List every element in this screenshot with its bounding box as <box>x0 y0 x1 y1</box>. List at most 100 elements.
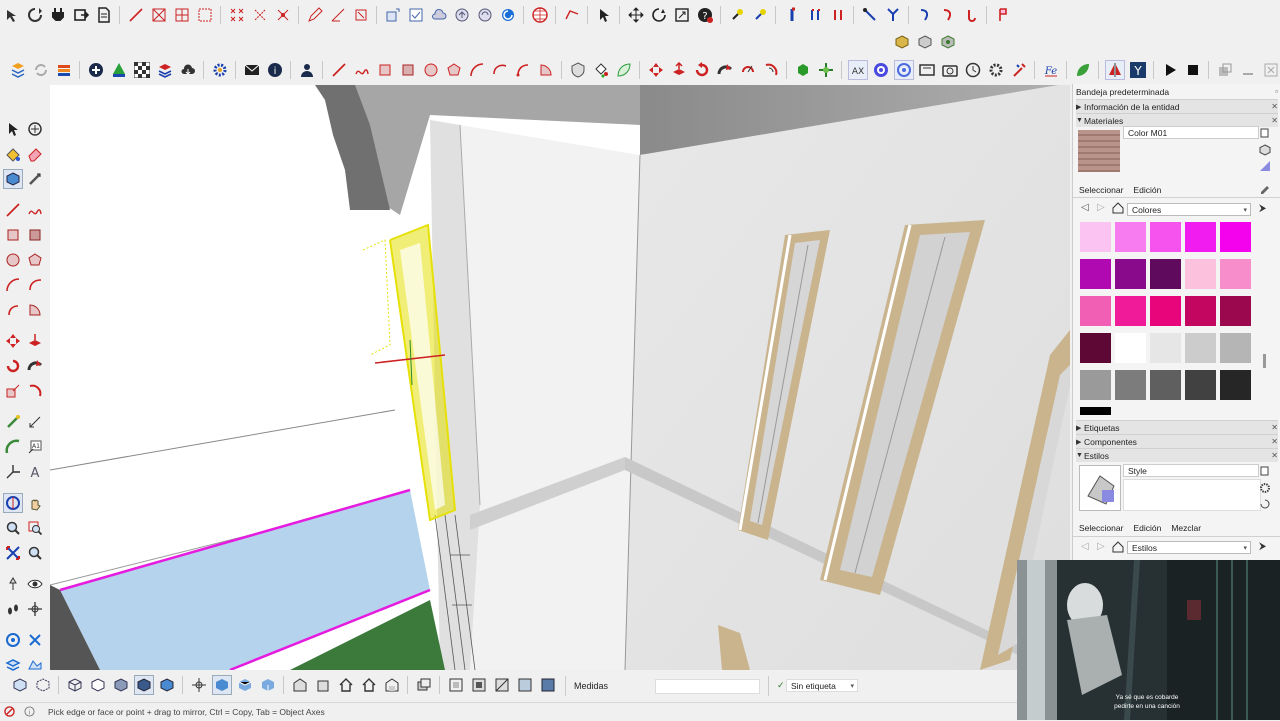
window-close-icon[interactable] <box>1262 61 1280 79</box>
axes-tool-icon[interactable] <box>4 463 22 481</box>
tree-icon[interactable] <box>110 61 128 79</box>
frame-icon[interactable] <box>196 6 214 24</box>
curve-red-icon[interactable] <box>939 6 957 24</box>
fork-icon[interactable] <box>884 6 902 24</box>
camera-icon[interactable] <box>941 61 959 79</box>
rotate-icon[interactable] <box>26 6 44 24</box>
shield-icon[interactable] <box>569 61 587 79</box>
orbit-nav-icon[interactable] <box>3 493 23 513</box>
color-swatch[interactable] <box>1080 407 1111 415</box>
house-outline-icon[interactable] <box>360 676 378 694</box>
color-swatch[interactable] <box>1115 222 1146 252</box>
checker-icon[interactable] <box>133 61 151 79</box>
move-tool-icon[interactable] <box>4 332 22 350</box>
color-swatch[interactable] <box>1185 296 1216 326</box>
close-icon[interactable]: ✕ <box>1271 102 1278 111</box>
layers-3d-icon[interactable] <box>156 61 174 79</box>
pencil-red-icon[interactable] <box>330 61 348 79</box>
component-icon[interactable] <box>384 6 402 24</box>
look-around-icon[interactable] <box>26 575 44 593</box>
gear-icon[interactable] <box>211 61 229 79</box>
follow-me-icon[interactable] <box>716 61 734 79</box>
tab-edit[interactable]: Edición <box>1133 185 1161 195</box>
styles-collection-select[interactable]: Estilos ▾ <box>1127 541 1251 554</box>
orbit-tool-icon[interactable] <box>26 120 44 138</box>
scatter-x-icon[interactable] <box>228 6 246 24</box>
color-swatch[interactable] <box>1080 222 1111 252</box>
color-swatch[interactable] <box>1080 333 1111 363</box>
pin-icon[interactable] <box>728 6 746 24</box>
offset-icon[interactable] <box>762 61 780 79</box>
component-tool-icon[interactable] <box>3 169 23 189</box>
style-refresh-icon[interactable] <box>1259 498 1271 510</box>
eraser-tool-icon[interactable] <box>26 145 44 163</box>
play-icon[interactable] <box>1161 61 1179 79</box>
sync-icon[interactable] <box>32 61 50 79</box>
paint-layers-icon[interactable] <box>9 61 27 79</box>
frame-d-icon[interactable] <box>516 676 534 694</box>
arc-3-draw-icon[interactable] <box>4 301 22 319</box>
forward-arrow-icon[interactable]: ▷ <box>1097 202 1105 213</box>
previous-view-icon[interactable] <box>26 544 44 562</box>
window-tile-icon[interactable] <box>1216 61 1234 79</box>
circle-icon[interactable] <box>422 61 440 79</box>
orbit-bottom-icon[interactable] <box>190 676 208 694</box>
hook-icon[interactable] <box>962 6 980 24</box>
color-swatch[interactable] <box>1220 259 1251 289</box>
text-tool-icon[interactable]: A1 <box>26 438 44 456</box>
pie-draw-icon[interactable] <box>26 301 44 319</box>
zoom-window-icon[interactable] <box>26 519 44 537</box>
tape-measure-icon[interactable] <box>26 170 44 188</box>
frame-e-icon[interactable] <box>539 676 557 694</box>
video-overlay[interactable]: Ya sé que es cobarde pedirte en una canc… <box>1017 560 1280 720</box>
sample-paint-icon[interactable] <box>1259 160 1271 172</box>
cube-gold-icon[interactable] <box>893 33 911 51</box>
color-swatch[interactable] <box>1220 333 1251 363</box>
gear-outline-icon[interactable] <box>987 61 1005 79</box>
frame-b-icon[interactable] <box>470 676 488 694</box>
back-edges-icon[interactable] <box>34 676 52 694</box>
angle-icon[interactable] <box>329 6 347 24</box>
tools-blue-icon[interactable] <box>26 631 44 649</box>
rectangle-icon[interactable] <box>376 61 394 79</box>
materials-collection-select[interactable]: Colores ▾ <box>1127 203 1251 216</box>
top-view-icon[interactable] <box>236 676 254 694</box>
stop-icon[interactable] <box>1184 61 1202 79</box>
active-tag-select[interactable]: Sin etiqueta ▾ <box>786 679 858 692</box>
move-red-icon[interactable] <box>647 61 665 79</box>
iso-view-icon[interactable] <box>211 675 232 695</box>
pin-icon-2[interactable] <box>751 6 769 24</box>
color-swatch[interactable] <box>1115 333 1146 363</box>
shaded-textures-icon[interactable] <box>133 675 154 695</box>
paint-tool-icon[interactable] <box>4 145 22 163</box>
slash-icon[interactable] <box>861 6 879 24</box>
leaf-green-icon[interactable] <box>1074 61 1092 79</box>
leaf-icon[interactable] <box>615 61 633 79</box>
circle-draw-icon[interactable] <box>4 251 22 269</box>
pin-icon[interactable]: ▫ <box>1275 87 1278 96</box>
screen-icon[interactable] <box>918 61 936 79</box>
cloud-upload-icon[interactable] <box>453 6 471 24</box>
rotated-rect-draw-icon[interactable] <box>26 226 44 244</box>
monochrome-icon[interactable] <box>158 676 176 694</box>
style-settings-icon[interactable] <box>1259 482 1271 494</box>
color-swatch[interactable] <box>1080 259 1111 289</box>
green-cross-icon[interactable] <box>817 61 835 79</box>
rect-draw-icon[interactable] <box>4 226 22 244</box>
green-block-icon[interactable] <box>794 61 812 79</box>
line-draw-icon[interactable] <box>4 201 22 219</box>
arc-draw-icon[interactable] <box>4 276 22 294</box>
tape-tool-icon[interactable] <box>4 413 22 431</box>
tags-panel-header[interactable]: ▶ Etiquetas ✕ <box>1076 420 1278 434</box>
color-swatch[interactable] <box>1185 259 1216 289</box>
polygon-icon[interactable] <box>445 61 463 79</box>
color-swatch[interactable] <box>1185 370 1216 400</box>
color-swatch[interactable] <box>1220 296 1251 326</box>
create-style-icon[interactable] <box>1260 466 1270 476</box>
close-icon[interactable]: ✕ <box>1271 116 1278 125</box>
components-panel-header[interactable]: ▶ Componentes ✕ <box>1076 434 1278 448</box>
target-icon[interactable] <box>872 61 890 79</box>
orbit-icon[interactable] <box>650 6 668 24</box>
checkbox-icon[interactable] <box>407 6 425 24</box>
section-plane-icon[interactable] <box>26 600 44 618</box>
